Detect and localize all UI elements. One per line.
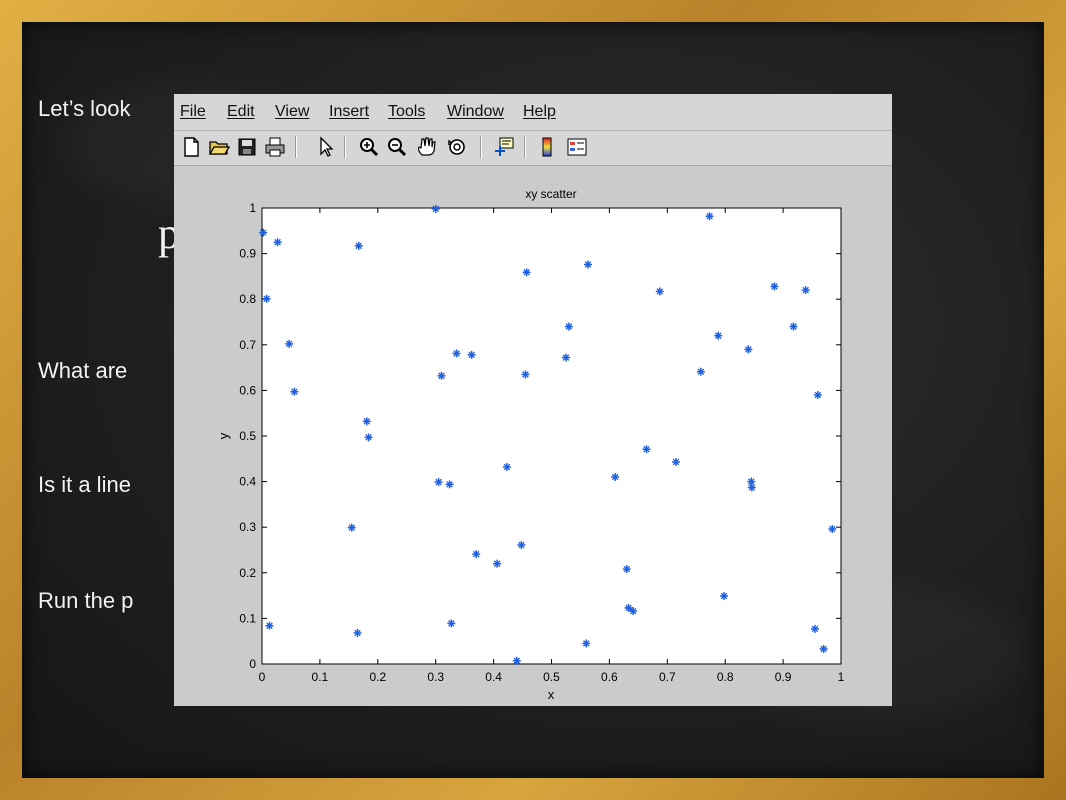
scatter-point <box>521 370 530 379</box>
zoom-in-icon[interactable] <box>357 135 381 159</box>
scatter-point <box>259 228 268 237</box>
y-tick-label: 1 <box>249 201 256 215</box>
scatter-point <box>290 387 299 396</box>
scatter-point <box>362 417 371 426</box>
toolbar-separator <box>524 136 526 158</box>
scatter-point <box>747 483 756 492</box>
x-tick-label: 0.9 <box>775 670 792 684</box>
slide-line-1: Let’s look <box>38 96 131 121</box>
colorbar-icon[interactable] <box>535 135 559 159</box>
x-tick-label: 0.5 <box>543 670 560 684</box>
scatter-point <box>502 463 511 472</box>
pointer-arrow-icon[interactable] <box>314 135 338 159</box>
menu-help[interactable]: Help <box>523 103 556 121</box>
scatter-point <box>810 624 819 633</box>
save-icon[interactable] <box>235 135 259 159</box>
scatter-point <box>611 473 620 482</box>
y-tick-label: 0.2 <box>239 566 256 580</box>
slide-line-3: Is it a line <box>38 472 131 497</box>
menu-window[interactable]: Window <box>447 103 504 121</box>
scatter-point <box>445 480 454 489</box>
data-cursor-icon[interactable] <box>492 135 516 159</box>
y-tick-label: 0.1 <box>239 611 256 625</box>
zoom-out-icon[interactable] <box>385 135 409 159</box>
x-tick-label: 0 <box>259 670 266 684</box>
x-tick-label: 0.7 <box>659 670 676 684</box>
y-tick-label: 0.8 <box>239 292 256 306</box>
scatter-point <box>273 238 282 247</box>
y-tick-label: 0.7 <box>239 338 256 352</box>
slide-line-2: What are <box>38 358 128 383</box>
figure-canvas: xy scatter x y 0 0.1 0.2 0.3 0.4 0.5 0.6 0.7 0.8… <box>174 166 892 706</box>
scatter-point <box>583 260 592 269</box>
menu-insert[interactable]: Insert <box>329 103 369 121</box>
wooden-frame: Let’s look p What are Is it a line Run t… <box>0 0 1066 800</box>
scatter-point <box>285 339 294 348</box>
scatter-point <box>561 353 570 362</box>
scatter-point <box>512 656 521 665</box>
scatter-point <box>452 349 461 358</box>
y-tick-label: 0 <box>249 657 256 671</box>
scatter-point <box>671 457 680 466</box>
x-tick-label: 0.1 <box>312 670 329 684</box>
x-tick-label: 0.6 <box>601 670 618 684</box>
x-tick-label: 0.2 <box>369 670 386 684</box>
scatter-point <box>828 525 837 534</box>
open-folder-icon[interactable] <box>207 135 231 159</box>
x-tick-label: 0.8 <box>717 670 734 684</box>
slide-line-4: Run the p <box>38 588 134 613</box>
scatter-point <box>437 371 446 380</box>
scatter-point <box>819 644 828 653</box>
scatter-point <box>582 639 591 648</box>
toolbar-separator <box>480 136 482 158</box>
scatter-point <box>564 322 573 331</box>
x-tick-label: 0.4 <box>485 670 502 684</box>
menu-tools[interactable]: Tools <box>388 103 425 121</box>
scatter-point <box>789 322 798 331</box>
scatter-point <box>714 331 723 340</box>
scatter-point <box>522 268 531 277</box>
scatter-point <box>622 565 631 574</box>
rotate-3d-icon[interactable] <box>445 135 469 159</box>
y-axis-label: y <box>216 432 231 439</box>
new-file-icon[interactable] <box>179 135 203 159</box>
pan-hand-icon[interactable] <box>415 135 439 159</box>
scatter-plot: xy scatter x y 0 0.1 0.2 0.3 0.4 0.5 0.6 0.7 0.8… <box>216 187 845 702</box>
x-tick-label: 0.3 <box>427 670 444 684</box>
scatter-point <box>467 350 476 359</box>
menu-edit[interactable]: Edit <box>227 103 255 121</box>
scatter-point <box>347 523 356 532</box>
y-tick-label: 0.6 <box>239 383 256 397</box>
scatter-point <box>353 628 362 637</box>
y-tick-label: 0.5 <box>239 429 256 443</box>
y-tick-label: 0.9 <box>239 247 256 261</box>
toolbar-separator <box>344 136 346 158</box>
scatter-point <box>364 433 373 442</box>
toolbar-separator <box>295 136 297 158</box>
toolbar <box>174 131 892 166</box>
scatter-point <box>434 478 443 487</box>
scatter-point <box>770 282 779 291</box>
chart-title: xy scatter <box>525 187 576 201</box>
scatter-point <box>642 445 651 454</box>
menu-bar: File Edit View Insert Tools Window Help <box>174 94 892 131</box>
scatter-point <box>744 345 753 354</box>
x-axis-label: x <box>548 687 555 702</box>
menu-file[interactable]: File <box>180 103 206 121</box>
print-icon[interactable] <box>263 135 287 159</box>
scatter-point <box>493 559 502 568</box>
x-tick-label: 1 <box>838 670 845 684</box>
scatter-point <box>472 550 481 559</box>
menu-view[interactable]: View <box>275 103 309 121</box>
legend-icon[interactable] <box>565 135 589 159</box>
figure-window: File Edit View Insert Tools Window Help <box>174 94 892 706</box>
scatter-point <box>655 287 664 296</box>
scatter-point <box>447 619 456 628</box>
y-tick-label: 0.3 <box>239 520 256 534</box>
plot-axes-background <box>261 207 842 665</box>
y-tick-label: 0.4 <box>239 475 256 489</box>
